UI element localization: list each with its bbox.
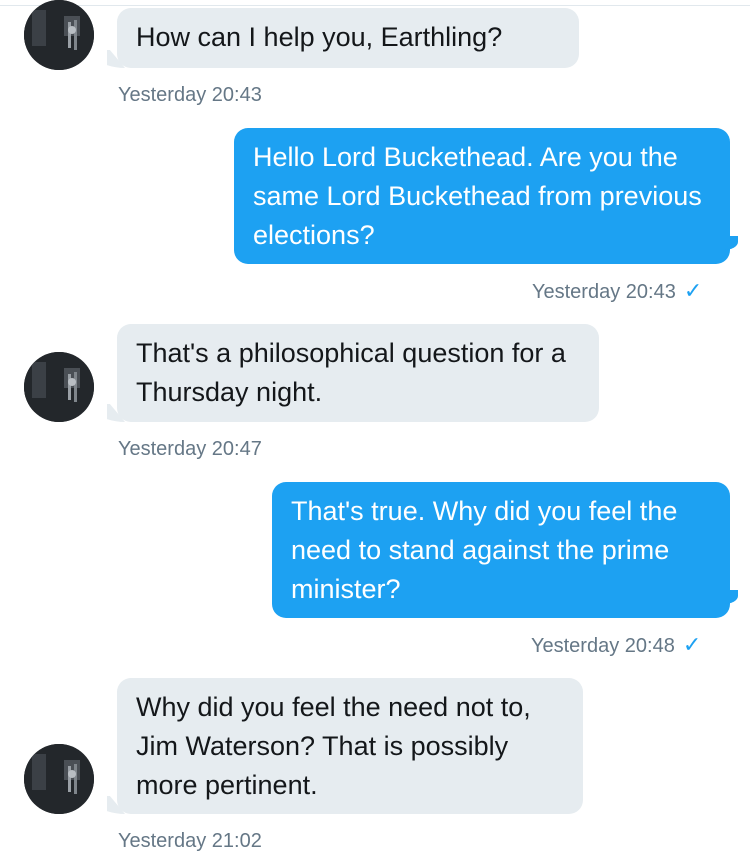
timestamp-text: Yesterday 20:43: [532, 281, 676, 303]
message-bubble[interactable]: That's a philosophical question for a Th…: [117, 324, 599, 422]
message-text: That's a philosophical question for a Th…: [136, 338, 566, 407]
message-timestamp: Yesterday 20:43: [118, 84, 262, 106]
message-text: That's true. Why did you feel the need t…: [291, 496, 678, 604]
message-timestamp: Yesterday 20:43 ✓: [532, 279, 702, 304]
message-bubble[interactable]: That's true. Why did you feel the need t…: [272, 482, 738, 618]
avatar-icon[interactable]: [24, 744, 94, 814]
bubble-tail: [724, 586, 742, 604]
message-text: How can I help you, Earthling?: [136, 22, 503, 52]
bubble-tail: [107, 796, 125, 814]
top-divider: [0, 5, 750, 6]
message-text: Why did you feel the need not to, Jim Wa…: [136, 692, 531, 800]
bubble-tail: [724, 232, 742, 250]
bubble-tail: [107, 50, 125, 68]
message-timestamp: Yesterday 20:48 ✓: [531, 633, 701, 658]
checkmark-icon: ✓: [682, 632, 702, 657]
message-bubble[interactable]: Hello Lord Buckethead. Are you the same …: [234, 128, 738, 264]
checkmark-icon: ✓: [683, 278, 703, 303]
avatar-icon[interactable]: [24, 0, 94, 70]
message-timestamp: Yesterday 21:02: [118, 830, 262, 852]
avatar-icon[interactable]: [24, 352, 94, 422]
bubble-tail: [107, 404, 125, 422]
message-bubble[interactable]: How can I help you, Earthling?: [117, 8, 579, 68]
timestamp-text: Yesterday 20:48: [531, 635, 675, 657]
message-timestamp: Yesterday 20:47: [118, 438, 262, 460]
message-text: Hello Lord Buckethead. Are you the same …: [253, 142, 702, 250]
message-bubble[interactable]: Why did you feel the need not to, Jim Wa…: [117, 678, 583, 814]
